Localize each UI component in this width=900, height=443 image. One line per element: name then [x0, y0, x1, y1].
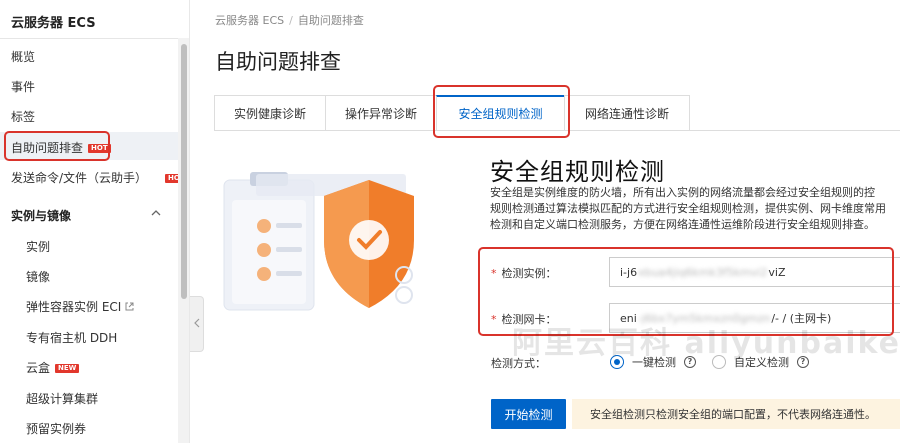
sidebar: 云服务器 ECS 概览 事件 标签 自助问题排查 HOT 发送命令/文件（云助手）…	[0, 0, 190, 443]
help-icon[interactable]: ?	[797, 356, 809, 368]
help-icon[interactable]: ?	[684, 356, 696, 368]
tab-network-connectivity[interactable]: 网络连通性诊断	[564, 95, 690, 131]
sidebar-divider	[0, 38, 189, 39]
sidebar-item-overview[interactable]: 概览	[11, 48, 35, 65]
sidebar-item-label: 事件	[11, 80, 36, 94]
highlight-box-sidebar	[4, 131, 110, 161]
new-badge: NEW	[55, 364, 80, 373]
tab-operation-errors[interactable]: 操作异常诊断	[325, 95, 436, 131]
sidebar-item-reserved-instances[interactable]: 预留实例券	[26, 420, 86, 437]
radio-custom-label[interactable]: 自定义检测	[734, 354, 789, 370]
method-label: 检测方式：	[491, 357, 546, 370]
sidebar-item-label: 预留实例券	[26, 422, 87, 436]
sidebar-item-label: 弹性容器实例 ECI	[26, 300, 122, 314]
method-radio-group: 一键检测 ? 自定义检测 ?	[610, 354, 809, 370]
highlight-box-form	[478, 247, 894, 336]
tab-instance-health[interactable]: 实例健康诊断	[214, 95, 325, 131]
page-title: 自助问题排查	[215, 50, 341, 74]
illustration	[223, 172, 414, 311]
section-description: 安全组是实例维度的防火墙，所有出入实例的网络流量都会经过安全组规则的控 规则检测…	[490, 185, 900, 233]
sidebar-collapse-handle[interactable]	[190, 296, 204, 352]
description-line: 安全组是实例维度的防火墙，所有出入实例的网络流量都会经过安全组规则的控	[490, 186, 875, 199]
sidebar-item-images[interactable]: 镜像	[26, 268, 50, 285]
external-link-icon	[125, 302, 134, 314]
sidebar-item-label: 镜像	[26, 270, 51, 284]
sidebar-item-label: 发送命令/文件（云助手）	[11, 171, 148, 185]
radio-one-click-label[interactable]: 一键检测	[632, 354, 676, 370]
sidebar-item-events[interactable]: 事件	[11, 78, 35, 95]
breadcrumb-root[interactable]: 云服务器 ECS	[215, 14, 284, 27]
breadcrumb-separator: /	[289, 14, 293, 27]
sidebar-item-tags[interactable]: 标签	[11, 108, 35, 125]
sidebar-item-ddh[interactable]: 专有宿主机 DDH	[26, 329, 117, 346]
sidebar-item-label: 专有宿主机 DDH	[26, 331, 118, 345]
sidebar-item-eci[interactable]: 弹性容器实例 ECI	[26, 298, 134, 315]
start-check-button[interactable]: 开始检测	[491, 399, 566, 429]
sidebar-item-send-command[interactable]: 发送命令/文件（云助手） HOT	[11, 169, 188, 186]
sidebar-item-label: 概览	[11, 50, 36, 64]
sidebar-item-super-computing[interactable]: 超级计算集群	[26, 390, 98, 407]
sidebar-section-instances-images[interactable]: 实例与镜像	[11, 207, 71, 224]
breadcrumb-current: 自助问题排查	[297, 14, 364, 27]
sidebar-item-label: 超级计算集群	[26, 392, 99, 406]
sidebar-scrollbar-thumb[interactable]	[181, 44, 187, 299]
radio-one-click[interactable]	[610, 355, 624, 369]
chevron-left-icon	[193, 318, 200, 331]
highlight-box-tab	[433, 85, 570, 138]
sidebar-item-label: 标签	[11, 110, 36, 124]
description-line: 检测和自定义端口检测服务，方便在网络连通性运维阶段进行安全组规则排查。	[490, 218, 875, 231]
sidebar-item-cloudbox[interactable]: 云盒 NEW	[26, 359, 80, 376]
notice-banner: 安全组检测只检测安全组的端口配置，不代表网络连通性。	[572, 399, 900, 429]
sidebar-title: 云服务器 ECS	[11, 16, 96, 31]
sidebar-item-instances[interactable]: 实例	[26, 238, 50, 255]
sidebar-item-label: 云盒	[26, 361, 51, 375]
section-title: 安全组规则检测	[490, 158, 665, 186]
description-line: 规则检测通过算法模拟匹配的方式进行安全组规则检测，提供实例、网卡维度常用	[490, 202, 886, 215]
chevron-up-icon[interactable]	[151, 208, 161, 219]
radio-custom[interactable]	[712, 355, 726, 369]
sidebar-item-label: 实例	[26, 240, 51, 254]
breadcrumb: 云服务器 ECS / 自助问题排查	[215, 12, 364, 28]
